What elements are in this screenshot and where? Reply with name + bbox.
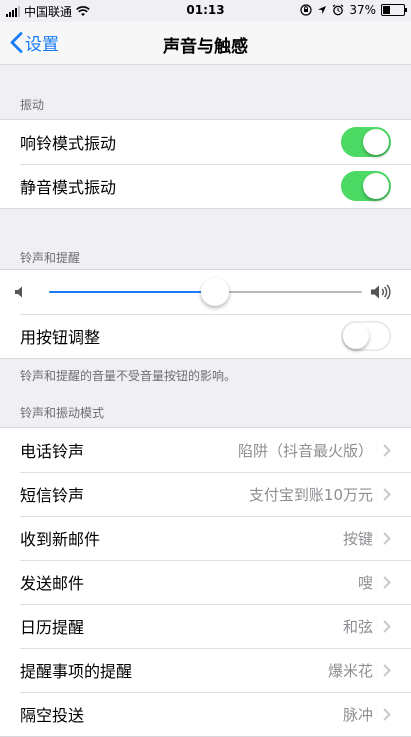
volume-slider-row (0, 270, 411, 314)
volume-slider-fill (49, 291, 215, 293)
row-label: 收到新邮件 (20, 530, 101, 549)
chevron-right-icon (383, 620, 391, 633)
chevron-right-icon (383, 488, 391, 501)
row-label: 响铃模式振动 (20, 134, 117, 153)
ringer-group: 用按钮调整 (0, 269, 411, 359)
row-label: 静音模式振动 (20, 178, 117, 197)
row-text-tone[interactable]: 短信铃声 支付宝到账10万元 (0, 472, 411, 516)
vibrate-on-ring-toggle[interactable] (341, 127, 391, 157)
speaker-high-icon (371, 284, 391, 300)
row-change-with-buttons: 用按钮调整 (0, 314, 411, 358)
lock-rotation-icon (300, 4, 312, 16)
row-ringtone[interactable]: 电话铃声 陷阱（抖音最火版） (0, 428, 411, 472)
vibrate-group: 响铃模式振动 静音模式振动 (0, 119, 411, 209)
chevron-right-icon (383, 444, 391, 457)
row-label: 提醒事项的提醒 (20, 662, 133, 681)
row-label: 短信铃声 (20, 486, 85, 505)
row-label: 电话铃声 (20, 442, 85, 461)
row-new-mail[interactable]: 收到新邮件 按键 (0, 516, 411, 560)
volume-slider-thumb[interactable] (200, 278, 229, 306)
status-right: 37% (300, 3, 407, 17)
row-label: 日历提醒 (20, 618, 85, 637)
chevron-right-icon (383, 532, 391, 545)
row-vibrate-on-silent: 静音模式振动 (0, 164, 411, 208)
toggle-knob (343, 323, 369, 349)
row-value: 按键 (342, 529, 373, 548)
row-label: 隔空投送 (20, 706, 85, 725)
battery-percent: 37% (349, 3, 376, 17)
alarm-icon (332, 4, 344, 16)
volume-slider[interactable] (49, 278, 362, 306)
toggle-knob (363, 173, 389, 199)
chevron-right-icon (383, 576, 391, 589)
toggle-knob (363, 129, 389, 155)
row-calendar-alerts[interactable]: 日历提醒 和弦 (0, 604, 411, 648)
speaker-low-icon (15, 286, 22, 298)
row-value: 陷阱（抖音最火版） (237, 441, 373, 460)
page-title: 声音与触感 (163, 37, 248, 57)
section-header-vibrate: 振动 (20, 98, 45, 112)
row-airdrop[interactable]: 隔空投送 脉冲 (0, 692, 411, 736)
row-value: 嗖 (357, 573, 373, 592)
row-label: 发送邮件 (20, 574, 85, 593)
battery-icon (381, 4, 407, 16)
chevron-right-icon (383, 664, 391, 677)
ringer-footer-note: 铃声和提醒的音量不受音量按钮的影响。 (20, 369, 237, 383)
status-bar: 中国联通 01:13 37% (0, 0, 411, 22)
row-value: 支付宝到账10万元 (248, 485, 373, 504)
row-label: 用按钮调整 (20, 328, 101, 347)
row-value: 和弦 (342, 617, 373, 636)
navigation-bar: 设置 声音与触感 (0, 22, 411, 65)
row-sent-mail[interactable]: 发送邮件 嗖 (0, 560, 411, 604)
change-with-buttons-toggle[interactable] (341, 321, 391, 351)
location-icon (318, 6, 327, 14)
row-value: 爆米花 (327, 661, 373, 680)
chevron-right-icon (383, 708, 391, 721)
section-header-ringer: 铃声和提醒 (20, 251, 81, 265)
row-vibrate-on-ring: 响铃模式振动 (0, 120, 411, 164)
vibrate-on-silent-toggle[interactable] (341, 171, 391, 201)
row-value: 脉冲 (342, 705, 373, 724)
section-header-patterns: 铃声和振动模式 (20, 406, 105, 420)
patterns-group: 电话铃声 陷阱（抖音最火版） 短信铃声 支付宝到账10万元 收到新邮件 按键 发… (0, 427, 411, 737)
row-reminder-alerts[interactable]: 提醒事项的提醒 爆米花 (0, 648, 411, 692)
